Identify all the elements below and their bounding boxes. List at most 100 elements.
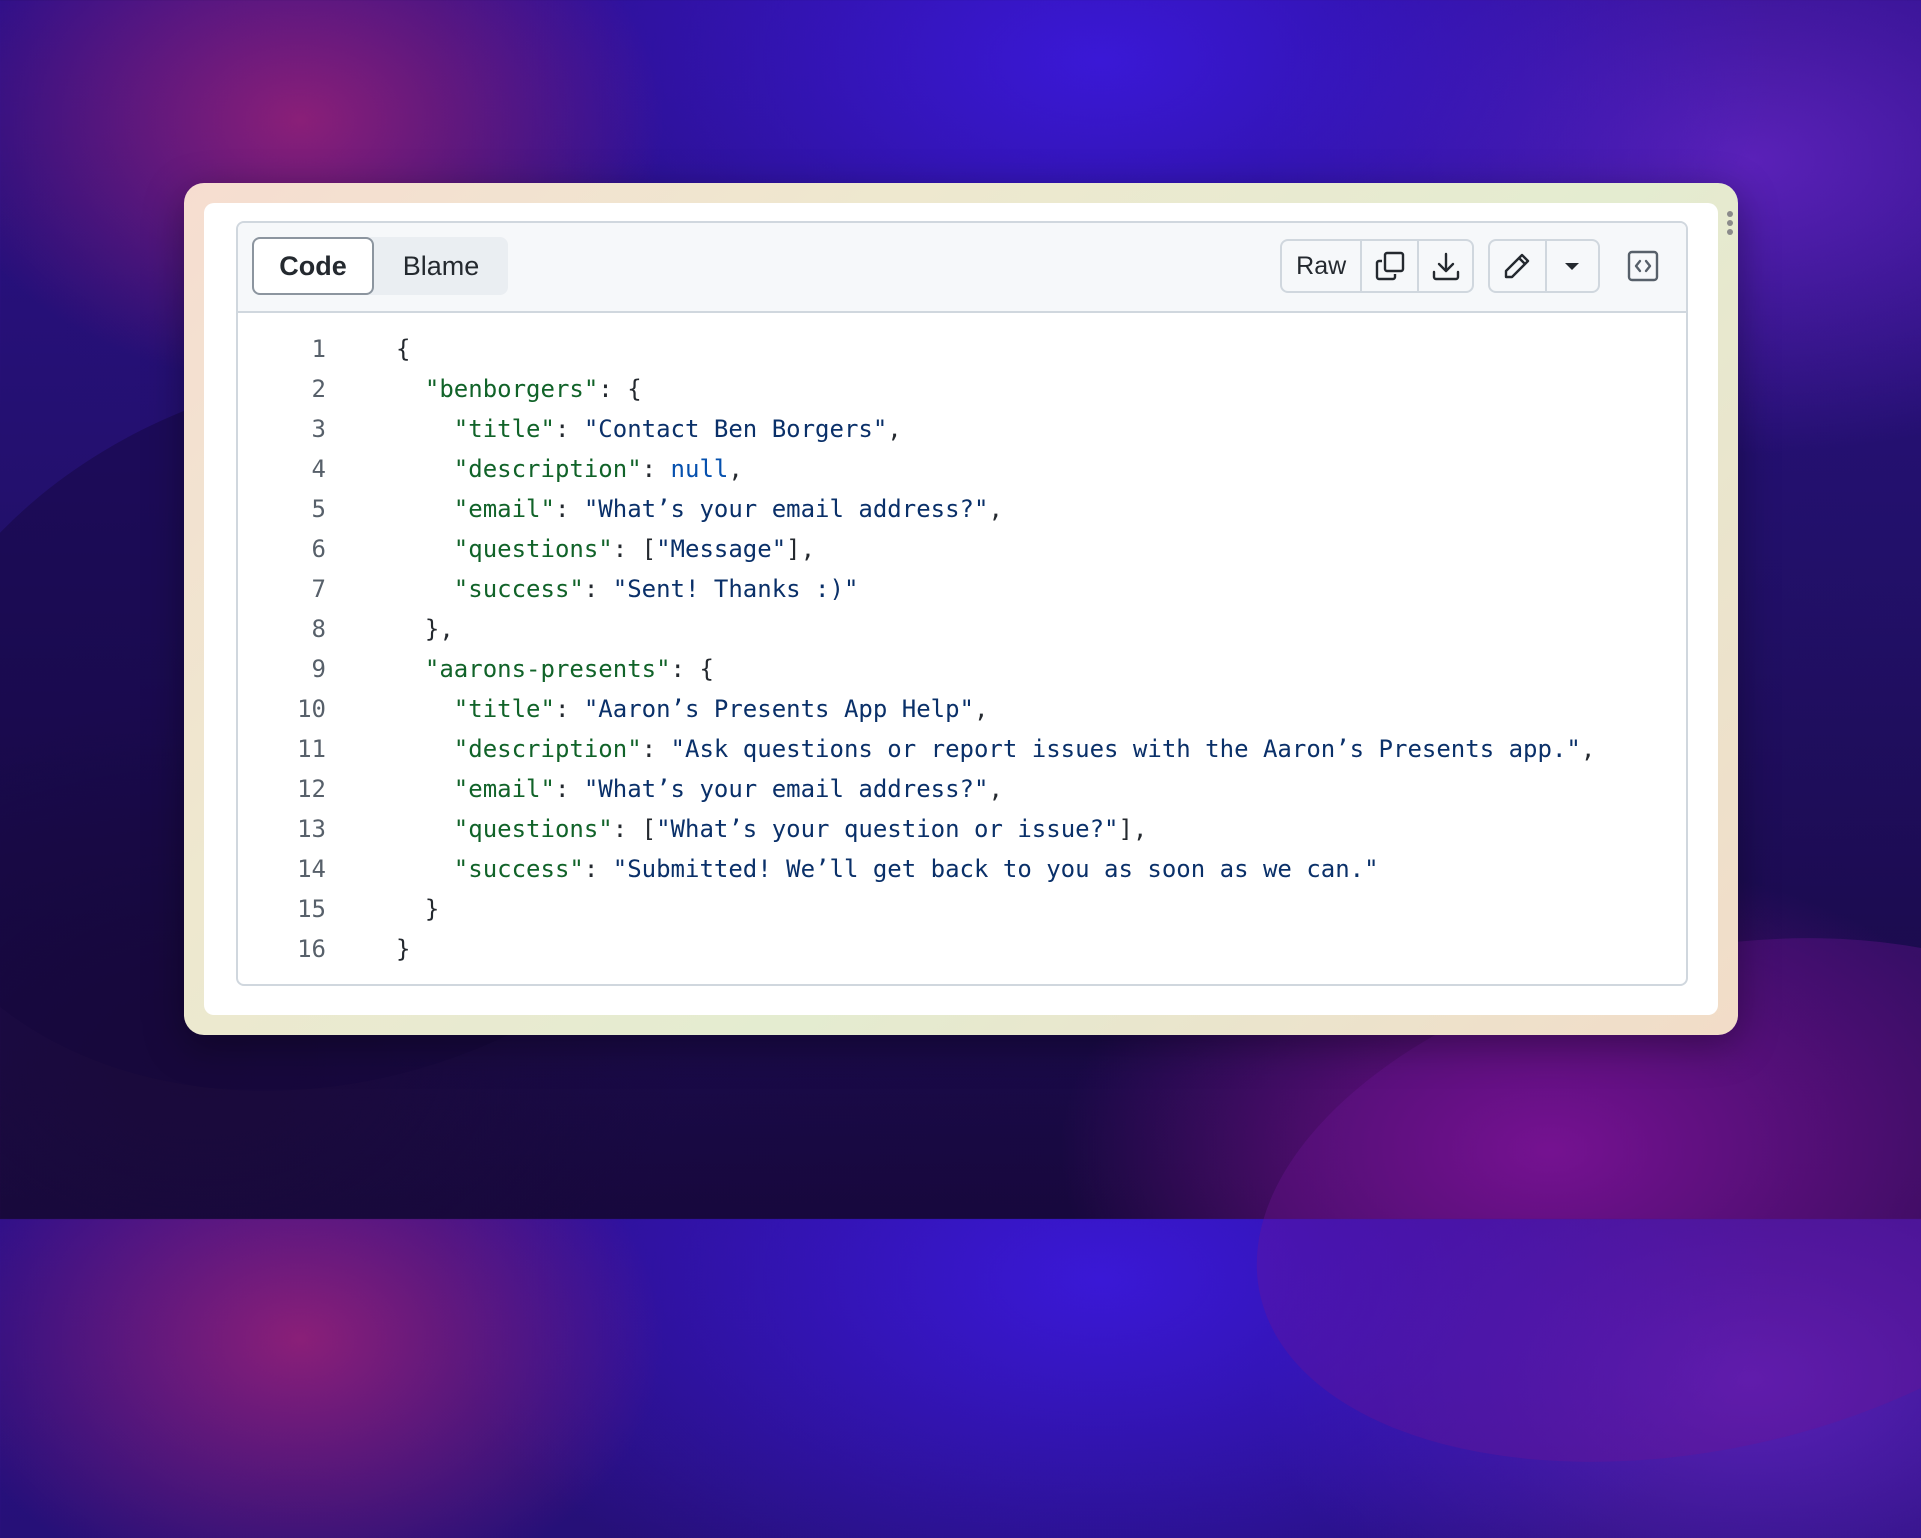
line-number[interactable]: 16 <box>238 935 326 963</box>
json-string: "Ask questions or report issues with the… <box>670 735 1581 763</box>
window-frame: Code Blame Raw 1 {2 "benborgers": {3 "… <box>184 183 1738 1035</box>
symbols-panel-button[interactable] <box>1616 239 1670 293</box>
code-view: 1{2 "benborgers": {3 "title": "Contact B… <box>238 313 1686 969</box>
json-punctuation: , <box>974 695 989 723</box>
json-punctuation: , <box>887 415 902 443</box>
code-line: 2 "benborgers": { <box>238 369 1686 409</box>
json-string: "Message" <box>656 535 787 563</box>
code-line: 15 } <box>238 889 1686 929</box>
line-number[interactable]: 13 <box>238 815 326 843</box>
pencil-icon <box>1505 253 1530 279</box>
json-punctuation: : { <box>598 375 642 403</box>
json-key: "aarons-presents" <box>424 655 671 683</box>
code-line: 1{ <box>238 329 1686 369</box>
json-literal: null <box>670 455 729 483</box>
tab-blame[interactable]: Blame <box>374 237 508 295</box>
line-number[interactable]: 6 <box>238 535 326 563</box>
file-viewer: Code Blame Raw 1 {2 "benborgers": {3 "… <box>236 221 1688 986</box>
code-text: { <box>326 335 410 363</box>
code-line: 9 "aarons-presents": { <box>238 649 1686 689</box>
code-line: 16} <box>238 929 1686 969</box>
json-key: "email" <box>453 495 555 523</box>
json-key: "title" <box>453 415 555 443</box>
edit-button[interactable] <box>1490 241 1547 291</box>
json-punctuation: : <box>554 495 584 523</box>
json-punctuation: : <box>641 735 671 763</box>
raw-button[interactable]: Raw <box>1282 241 1363 291</box>
json-punctuation: } <box>396 935 411 963</box>
code-text: }, <box>326 615 454 643</box>
line-number[interactable]: 15 <box>238 895 326 923</box>
json-string: "Sent! Thanks :)" <box>612 575 859 603</box>
code-line: 3 "title": "Contact Ben Borgers", <box>238 409 1686 449</box>
json-string: "Aaron’s Presents App Help" <box>583 695 974 723</box>
json-punctuation: ], <box>1118 815 1148 843</box>
json-key: "success" <box>453 575 584 603</box>
json-punctuation: , <box>988 495 1003 523</box>
code-line: 8 }, <box>238 609 1686 649</box>
json-key: "success" <box>453 855 584 883</box>
code-text: "benborgers": { <box>326 375 642 403</box>
card: Code Blame Raw 1 {2 "benborgers": {3 "… <box>204 203 1718 1015</box>
file-toolbar: Code Blame Raw <box>238 223 1686 313</box>
code-text: "description": "Ask questions or report … <box>326 735 1596 763</box>
line-number[interactable]: 11 <box>238 735 326 763</box>
copy-button[interactable] <box>1362 241 1420 291</box>
json-key: "email" <box>453 775 555 803</box>
line-number[interactable]: 1 <box>238 335 326 363</box>
tab-code[interactable]: Code <box>252 237 374 295</box>
code-text: } <box>326 895 439 923</box>
line-number[interactable]: 2 <box>238 375 326 403</box>
json-punctuation: : <box>554 775 584 803</box>
download-button[interactable] <box>1419 241 1472 291</box>
code-text: "title": "Aaron’s Presents App Help", <box>326 695 989 723</box>
line-number[interactable]: 14 <box>238 855 326 883</box>
code-square-icon <box>1627 250 1659 282</box>
json-punctuation: : <box>583 575 613 603</box>
json-punctuation: }, <box>424 615 454 643</box>
json-punctuation: , <box>728 455 743 483</box>
code-text: "email": "What’s your email address?", <box>326 495 1003 523</box>
code-line: 6 "questions": ["Message"], <box>238 529 1686 569</box>
code-line: 11 "description": "Ask questions or repo… <box>238 729 1686 769</box>
code-text: "email": "What’s your email address?", <box>326 775 1003 803</box>
view-switcher: Code Blame <box>252 237 508 295</box>
line-number[interactable]: 7 <box>238 575 326 603</box>
json-punctuation: } <box>424 895 440 923</box>
more-edit-options-button[interactable] <box>1547 241 1598 291</box>
json-punctuation: : <box>583 855 613 883</box>
json-key: "questions" <box>453 535 613 563</box>
line-number[interactable]: 8 <box>238 615 326 643</box>
code-text: "aarons-presents": { <box>326 655 714 683</box>
code-line: 14 "success": "Submitted! We’ll get back… <box>238 849 1686 889</box>
line-number[interactable]: 9 <box>238 655 326 683</box>
line-number[interactable]: 12 <box>238 775 326 803</box>
json-string: "What’s your email address?" <box>583 495 989 523</box>
code-text: "questions": ["What’s your question or i… <box>326 815 1148 843</box>
json-punctuation: : <box>554 695 584 723</box>
code-line: 13 "questions": ["What’s your question o… <box>238 809 1686 849</box>
code-text: "success": "Sent! Thanks :)" <box>326 575 859 603</box>
edit-actions-group <box>1488 239 1600 293</box>
json-punctuation: : [ <box>612 815 657 843</box>
code-line: 10 "title": "Aaron’s Presents App Help", <box>238 689 1686 729</box>
code-text: "questions": ["Message"], <box>326 535 815 563</box>
json-punctuation: : <box>554 415 584 443</box>
line-number[interactable]: 4 <box>238 455 326 483</box>
json-string: "Contact Ben Borgers" <box>583 415 888 443</box>
code-text: "title": "Contact Ben Borgers", <box>326 415 902 443</box>
json-punctuation: : [ <box>612 535 657 563</box>
line-number[interactable]: 5 <box>238 495 326 523</box>
drag-handle-icon[interactable] <box>1726 211 1734 235</box>
code-text: "description": null, <box>326 455 743 483</box>
download-icon <box>1432 252 1459 281</box>
json-key: "questions" <box>453 815 613 843</box>
triangle-down-icon <box>1565 263 1580 270</box>
line-number[interactable]: 10 <box>238 695 326 723</box>
json-punctuation: : <box>641 455 671 483</box>
json-punctuation: , <box>1580 735 1596 763</box>
code-line: 7 "success": "Sent! Thanks :)" <box>238 569 1686 609</box>
line-number[interactable]: 3 <box>238 415 326 443</box>
code-text: } <box>326 935 410 963</box>
json-key: "description" <box>453 735 642 763</box>
